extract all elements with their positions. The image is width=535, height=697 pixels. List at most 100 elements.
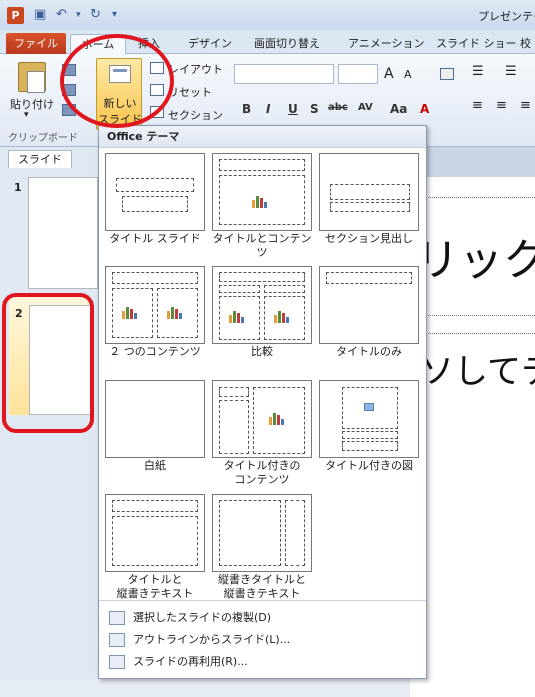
duplicate-slides-item[interactable]: 選択したスライドの複製(D)	[105, 608, 420, 628]
tab-review[interactable]: 校	[520, 34, 531, 54]
layout-section-header[interactable]	[319, 153, 419, 231]
bullets-icon[interactable]: ☰	[472, 64, 484, 79]
content-icons-icon	[252, 194, 272, 208]
save-icon[interactable]: ▣	[34, 6, 46, 24]
layout-vertical-title-text[interactable]	[212, 494, 312, 572]
layout-button[interactable]: レイアウト	[168, 61, 223, 77]
layout-label: タイトルと	[127, 573, 183, 586]
undo-icon[interactable]: ↶	[56, 6, 67, 24]
align-right-icon[interactable]: ≡	[520, 98, 531, 113]
bold-button[interactable]: B	[242, 102, 251, 116]
placeholder	[330, 202, 410, 212]
placeholder	[330, 184, 410, 200]
font-size-combo[interactable]	[338, 64, 378, 84]
layout-label: ２ つのコンテンツ	[109, 345, 201, 358]
reuse-slides-item[interactable]: スライドの再利用(R)...	[105, 652, 420, 672]
layout-label: タイトルのみ	[336, 345, 402, 358]
red-highlight-circle	[60, 34, 174, 128]
layout-comparison[interactable]	[212, 266, 312, 344]
layout-title-slide[interactable]	[105, 153, 205, 231]
tab-file[interactable]: ファイル	[6, 33, 66, 54]
underline-button[interactable]: U	[288, 102, 298, 116]
layout-label: 縦書きタイトルと	[218, 573, 306, 586]
placeholder	[219, 285, 260, 293]
redo-icon[interactable]: ↻	[90, 6, 101, 24]
menu-separator	[99, 600, 426, 601]
character-spacing-button[interactable]: AV	[358, 102, 373, 113]
slide-title-placeholder[interactable]: リック	[415, 224, 535, 288]
slides-from-outline-item[interactable]: アウトラインからスライド(L)...	[105, 630, 420, 650]
shadow-button[interactable]: S	[310, 102, 319, 116]
layout-content-with-caption[interactable]	[212, 380, 312, 458]
content-icons-icon	[229, 309, 249, 323]
shrink-font-button[interactable]: A	[404, 68, 412, 81]
numbering-icon[interactable]: ☰	[505, 64, 517, 79]
font-name-combo[interactable]	[234, 64, 334, 84]
body-placeholder-border	[420, 333, 535, 334]
section-button[interactable]: セクション	[168, 107, 223, 123]
layout-label: 比較	[251, 345, 273, 358]
outline-icon	[109, 633, 125, 647]
menu-item-label: スライドの再利用(R)...	[133, 655, 248, 668]
font-color-icon[interactable]: A	[420, 102, 429, 116]
placeholder	[219, 400, 249, 454]
clear-formatting-icon[interactable]	[440, 68, 454, 80]
window-title: プレゼンテー	[478, 10, 535, 23]
align-left-icon[interactable]: ≡	[472, 98, 483, 113]
change-case-button[interactable]: Aa	[390, 102, 407, 116]
layout-label: タイトル付きの図	[325, 459, 413, 472]
paste-icon[interactable]	[18, 62, 46, 93]
content-icons-icon	[122, 305, 142, 319]
content-icons-icon	[269, 411, 289, 425]
layout-label: セクション見出し	[325, 232, 413, 245]
tab-transitions[interactable]: 画面切り替え	[254, 34, 320, 54]
layout-label: 縦書きテキスト	[223, 587, 301, 600]
align-center-icon[interactable]: ≡	[496, 98, 507, 113]
reset-button[interactable]: リセット	[168, 84, 212, 100]
content-icons-icon	[274, 309, 294, 323]
menu-item-label: アウトラインからスライド(L)...	[133, 633, 291, 646]
placeholder	[112, 500, 198, 512]
layout-blank[interactable]	[105, 380, 205, 458]
layout-title-content[interactable]	[212, 153, 312, 231]
customize-quick-access-icon[interactable]: ▾	[112, 6, 117, 24]
placeholder	[285, 500, 305, 566]
tab-design[interactable]: デザイン	[188, 34, 232, 54]
layout-label: タイトル付きの	[223, 459, 301, 472]
layout-label: タイトル スライド	[109, 232, 201, 245]
paste-dropdown-icon[interactable]: ▾	[24, 110, 29, 120]
tab-slides[interactable]: スライド	[8, 150, 72, 168]
tab-slideshow[interactable]: スライド ショー	[436, 34, 517, 54]
layout-label: 縦書きテキスト	[116, 587, 194, 600]
layout-title-vertical-text[interactable]	[105, 494, 205, 572]
placeholder	[342, 441, 398, 451]
strikethrough-button[interactable]: abc	[328, 102, 348, 113]
placeholder	[264, 285, 305, 293]
placeholder	[342, 431, 398, 439]
slide-body-placeholder[interactable]: ソしてテ	[420, 344, 535, 393]
placeholder	[326, 272, 412, 284]
title-placeholder-border-bottom	[420, 315, 535, 316]
placeholder	[116, 178, 194, 192]
placeholder	[219, 500, 281, 566]
undo-dropdown-icon[interactable]: ▾	[76, 6, 81, 24]
reuse-icon	[109, 655, 125, 669]
powerpoint-logo-icon: P	[7, 7, 24, 24]
duplicate-icon	[109, 611, 125, 625]
paste-button-label[interactable]: 貼り付け	[10, 96, 54, 112]
menu-item-label: 選択したスライドの複製(D)	[133, 611, 272, 624]
layout-label: コンテンツ	[234, 473, 290, 486]
layout-picture-with-caption[interactable]	[319, 380, 419, 458]
italic-button[interactable]: I	[266, 102, 270, 116]
slide-thumbnail-1[interactable]	[28, 177, 98, 289]
tab-animations[interactable]: アニメーション	[348, 34, 425, 54]
red-highlight-rectangle	[2, 293, 94, 433]
layout-label: タイトルとコンテンツ	[212, 232, 312, 259]
grow-font-button[interactable]: A	[384, 66, 394, 82]
picture-icon	[364, 403, 374, 411]
layout-title-only[interactable]	[319, 266, 419, 344]
placeholder	[122, 196, 188, 212]
clipboard-group-label: クリップボード	[8, 133, 78, 144]
new-slide-dropdown: Office テーマ タイトル スライド タイトルとコンテンツ セクション見出し…	[98, 125, 427, 679]
layout-two-content[interactable]	[105, 266, 205, 344]
